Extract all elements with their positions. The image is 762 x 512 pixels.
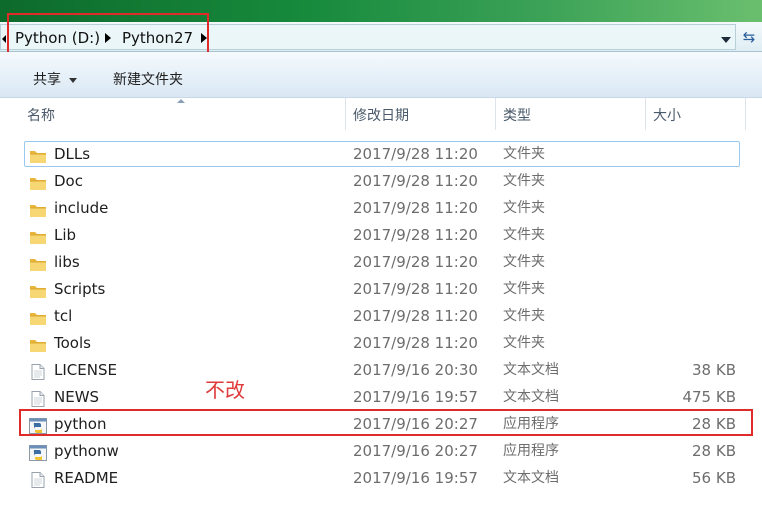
file-row[interactable]: Lib 2017/9/28 11:20 文件夹	[0, 222, 762, 249]
file-type: 文件夹	[503, 146, 545, 162]
file-type: 文本文档	[503, 362, 559, 378]
command-bar: 共享 新建文件夹	[0, 52, 762, 98]
file-row[interactable]: pythonw 2017/9/16 20:27 应用程序 28 KB	[0, 438, 762, 465]
file-name[interactable]: Lib	[54, 222, 76, 249]
file-type: 文件夹	[503, 254, 545, 270]
column-date-header[interactable]: 修改日期	[353, 98, 409, 132]
file-size: 56 KB	[692, 469, 736, 487]
folder-icon	[29, 308, 47, 325]
folder-icon	[29, 281, 47, 298]
file-list: DLLs 2017/9/28 11:20 文件夹 Doc 2017/9/28 11:20…	[0, 141, 762, 492]
file-date: 2017/9/28 11:20	[353, 172, 478, 190]
file-type: 文本文档	[503, 389, 559, 405]
breadcrumb-separator-icon[interactable]	[105, 33, 111, 43]
column-size-header[interactable]: 大小	[653, 98, 681, 132]
file-type: 文件夹	[503, 200, 545, 216]
file-name[interactable]: libs	[54, 249, 80, 276]
file-name[interactable]: pythonw	[54, 438, 119, 465]
file-row[interactable]: tcl 2017/9/28 11:20 文件夹	[0, 303, 762, 330]
file-name[interactable]: README	[54, 465, 118, 492]
file-name[interactable]: Tools	[54, 330, 91, 357]
breadcrumb-folder[interactable]: Python27	[122, 28, 193, 48]
file-type: 文本文档	[503, 470, 559, 486]
file-name[interactable]: DLLs	[54, 141, 90, 168]
file-row[interactable]: Scripts 2017/9/28 11:20 文件夹	[0, 276, 762, 303]
file-name[interactable]: Doc	[54, 168, 83, 195]
file-date: 2017/9/28 11:20	[353, 145, 478, 163]
column-divider[interactable]	[745, 98, 746, 130]
folder-icon	[29, 173, 47, 190]
file-date: 2017/9/28 11:20	[353, 280, 478, 298]
column-divider[interactable]	[495, 98, 496, 130]
breadcrumb-separator-icon[interactable]	[201, 33, 207, 43]
breadcrumb-drive[interactable]: Python (D:)	[15, 28, 100, 48]
chevron-down-icon	[69, 77, 77, 83]
file-date: 2017/9/28 11:20	[353, 253, 478, 271]
file-date: 2017/9/28 11:20	[353, 226, 478, 244]
column-divider[interactable]	[645, 98, 646, 130]
file-row[interactable]: NEWS 2017/9/16 19:57 文本文档 475 KB	[0, 384, 762, 411]
text-file-icon	[29, 389, 47, 407]
text-file-icon	[29, 362, 47, 380]
python-exe-icon	[29, 443, 47, 461]
refresh-icon[interactable]: ⇆	[738, 26, 760, 48]
file-row[interactable]: DLLs 2017/9/28 11:20 文件夹	[0, 141, 762, 168]
file-size: 28 KB	[692, 415, 736, 433]
new-folder-button[interactable]: 新建文件夹	[113, 70, 183, 90]
file-name[interactable]: Scripts	[54, 276, 105, 303]
column-header: 名称 修改日期 类型 大小	[0, 98, 762, 132]
share-button[interactable]: 共享	[33, 70, 77, 90]
file-row[interactable]: include 2017/9/28 11:20 文件夹	[0, 195, 762, 222]
file-type: 文件夹	[503, 227, 545, 243]
annotation-text: 不改	[205, 378, 245, 402]
file-row[interactable]: README 2017/9/16 19:57 文本文档 56 KB	[0, 465, 762, 492]
file-size: 38 KB	[692, 361, 736, 379]
folder-icon	[29, 200, 47, 217]
file-name[interactable]: python	[54, 411, 106, 438]
python-exe-icon	[29, 416, 47, 434]
file-row[interactable]: Tools 2017/9/28 11:20 文件夹	[0, 330, 762, 357]
file-row[interactable]: Doc 2017/9/28 11:20 文件夹	[0, 168, 762, 195]
text-file-icon	[29, 470, 47, 488]
file-name[interactable]: include	[54, 195, 108, 222]
file-date: 2017/9/16 20:27	[353, 442, 478, 460]
file-name[interactable]: tcl	[54, 303, 72, 330]
column-name-header[interactable]: 名称	[27, 98, 55, 132]
folder-icon	[29, 335, 47, 352]
file-date: 2017/9/28 11:20	[353, 334, 478, 352]
file-type: 应用程序	[503, 443, 559, 459]
address-field[interactable]: Python (D:) Python27	[0, 24, 736, 50]
file-name[interactable]: LICENSE	[54, 357, 117, 384]
file-type: 文件夹	[503, 308, 545, 324]
file-size: 475 KB	[682, 388, 736, 406]
file-type: 文件夹	[503, 335, 545, 351]
address-bar[interactable]: Python (D:) Python27 ⇆	[0, 22, 762, 52]
folder-icon	[29, 146, 47, 163]
file-size: 28 KB	[692, 442, 736, 460]
file-date: 2017/9/16 20:27	[353, 415, 478, 433]
sort-ascending-icon	[177, 99, 185, 103]
file-row[interactable]: LICENSE 2017/9/16 20:30 文本文档 38 KB	[0, 357, 762, 384]
file-date: 2017/9/16 19:57	[353, 388, 478, 406]
folder-icon	[29, 227, 47, 244]
chevron-down-icon[interactable]	[721, 37, 731, 43]
breadcrumb-overflow-icon[interactable]	[2, 35, 6, 43]
file-date: 2017/9/28 11:20	[353, 307, 478, 325]
file-type: 文件夹	[503, 281, 545, 297]
file-type: 应用程序	[503, 416, 559, 432]
file-row[interactable]: python 2017/9/16 20:27 应用程序 28 KB	[0, 411, 762, 438]
file-date: 2017/9/16 20:30	[353, 361, 478, 379]
column-divider[interactable]	[345, 98, 346, 130]
file-row[interactable]: libs 2017/9/28 11:20 文件夹	[0, 249, 762, 276]
window-title-strip	[0, 0, 762, 22]
share-button-label: 共享	[33, 72, 61, 88]
folder-icon	[29, 254, 47, 271]
file-date: 2017/9/28 11:20	[353, 199, 478, 217]
file-date: 2017/9/16 19:57	[353, 469, 478, 487]
column-type-header[interactable]: 类型	[503, 98, 531, 132]
file-name[interactable]: NEWS	[54, 384, 99, 411]
file-type: 文件夹	[503, 173, 545, 189]
